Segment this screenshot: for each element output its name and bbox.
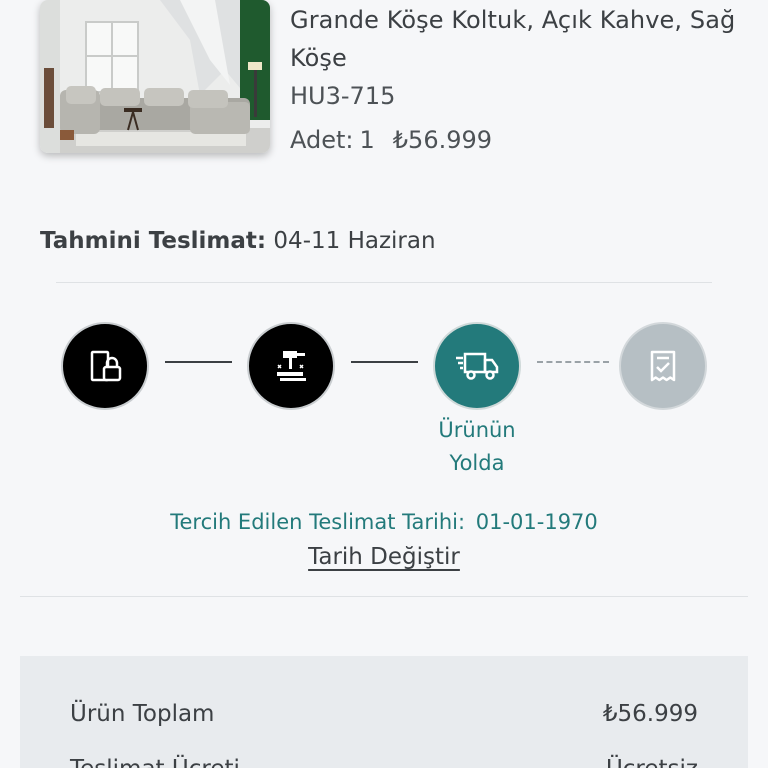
production-hammer-icon: [277, 351, 306, 381]
preferred-date-value: 01-01-1970: [475, 510, 598, 534]
preferred-date-label: Tercih Edilen Teslimat Tarihi:: [170, 510, 466, 534]
quantity-value: 1: [359, 126, 375, 154]
step-in-transit: [433, 322, 521, 410]
summary-row-delivery-fee: Teslimat Ücreti Ücretsiz: [70, 756, 698, 768]
summary-value: Ücretsiz: [606, 756, 698, 768]
step-connector-pending: [537, 361, 609, 363]
step-warehouse: [61, 322, 149, 410]
quantity-price-row: Adet: 1 ₺56.999: [290, 126, 492, 154]
sofa-photo: [40, 0, 270, 153]
estimated-delivery: Tahmini Teslimat: 04-11 Haziran: [40, 228, 436, 254]
summary-value: ₺56.999: [602, 701, 698, 727]
delivered-document-icon: [650, 350, 676, 382]
change-date-link[interactable]: Tarih Değiştir: [0, 544, 768, 570]
estimated-delivery-value: 04-11 Haziran: [273, 228, 436, 254]
step-production: [247, 322, 335, 410]
estimated-delivery-label: Tahmini Teslimat:: [40, 228, 267, 254]
product-price: ₺56.999: [392, 126, 493, 154]
summary-row-product-total: Ürün Toplam ₺56.999: [70, 701, 698, 727]
divider: [56, 282, 712, 283]
product-info: Grande Köşe Koltuk, Açık Kahve, Sağ Köşe…: [290, 0, 750, 115]
warehouse-lock-icon: [90, 350, 122, 382]
step-connector: [165, 361, 232, 363]
product-code: HU3-715: [290, 82, 396, 110]
delivery-truck-icon: [456, 352, 499, 380]
product-title[interactable]: Grande Köşe Koltuk, Açık Kahve, Sağ Köşe: [290, 1, 750, 77]
step-delivered: [619, 322, 707, 410]
step-label-in-transit: Ürünün Yolda: [438, 418, 516, 475]
summary-label: Teslimat Ücreti: [70, 756, 240, 768]
step-connector: [351, 361, 418, 363]
quantity: Adet: 1: [290, 126, 375, 154]
preferred-delivery-date: Tercih Edilen Teslimat Tarihi: 01-01-197…: [0, 510, 768, 534]
quantity-label: Adet:: [290, 126, 354, 154]
order-summary: Ürün Toplam ₺56.999 Teslimat Ücreti Ücre…: [20, 656, 748, 768]
product-image[interactable]: [40, 0, 270, 153]
divider: [20, 596, 748, 597]
summary-label: Ürün Toplam: [70, 701, 215, 727]
